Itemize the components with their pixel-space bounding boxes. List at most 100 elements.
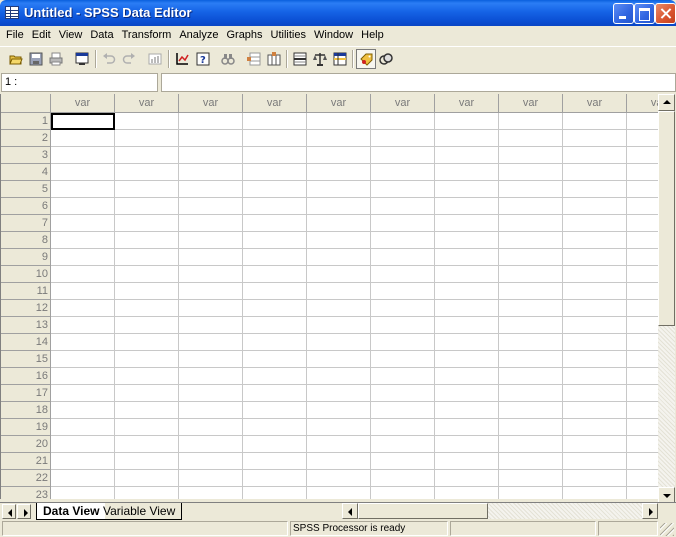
column-header[interactable]: var: [563, 94, 627, 113]
data-cell[interactable]: [371, 266, 435, 283]
data-cell[interactable]: [371, 487, 435, 499]
data-cell[interactable]: [435, 113, 499, 130]
split-file-button[interactable]: [290, 49, 310, 69]
data-cell[interactable]: [179, 147, 243, 164]
row-header[interactable]: 1: [1, 113, 51, 130]
row-header[interactable]: 18: [1, 402, 51, 419]
data-cell[interactable]: [435, 147, 499, 164]
data-cell[interactable]: [243, 317, 307, 334]
scroll-up-button[interactable]: [658, 94, 675, 111]
data-cell[interactable]: [243, 283, 307, 300]
horizontal-scrollbar[interactable]: [342, 503, 658, 519]
row-header[interactable]: 2: [1, 130, 51, 147]
data-cell[interactable]: [435, 283, 499, 300]
data-cell[interactable]: [435, 232, 499, 249]
data-cell[interactable]: [307, 487, 371, 499]
data-cell[interactable]: [115, 317, 179, 334]
maximize-button[interactable]: [634, 3, 655, 24]
data-cell[interactable]: [243, 215, 307, 232]
data-cell[interactable]: [371, 130, 435, 147]
data-cell[interactable]: [307, 453, 371, 470]
select-cases-button[interactable]: [330, 49, 350, 69]
tab-data-view[interactable]: Data View: [36, 503, 106, 520]
data-cell[interactable]: [499, 351, 563, 368]
data-cell[interactable]: [307, 181, 371, 198]
data-cell[interactable]: [115, 113, 179, 130]
data-cell[interactable]: [307, 317, 371, 334]
data-cell[interactable]: [499, 470, 563, 487]
row-header[interactable]: 22: [1, 470, 51, 487]
data-cell[interactable]: [499, 113, 563, 130]
data-cell[interactable]: [243, 453, 307, 470]
resize-grip[interactable]: [660, 523, 674, 536]
data-cell[interactable]: [243, 351, 307, 368]
data-cell[interactable]: [51, 470, 115, 487]
data-cell[interactable]: [179, 130, 243, 147]
data-cell[interactable]: [563, 232, 627, 249]
data-cell[interactable]: [51, 266, 115, 283]
data-cell[interactable]: [563, 198, 627, 215]
row-header[interactable]: 21: [1, 453, 51, 470]
data-cell[interactable]: [627, 181, 658, 198]
goto-case-button[interactable]: [172, 49, 192, 69]
data-cell[interactable]: [435, 334, 499, 351]
menu-utilities[interactable]: Utilities: [267, 28, 310, 42]
data-cell[interactable]: [435, 368, 499, 385]
data-cell[interactable]: [243, 232, 307, 249]
data-cell[interactable]: [371, 334, 435, 351]
data-cell[interactable]: [179, 249, 243, 266]
data-cell[interactable]: [435, 300, 499, 317]
data-cell[interactable]: [51, 147, 115, 164]
data-cell[interactable]: [627, 283, 658, 300]
data-cell[interactable]: [627, 249, 658, 266]
data-cell[interactable]: [499, 419, 563, 436]
data-cell[interactable]: [243, 300, 307, 317]
data-cell[interactable]: [563, 266, 627, 283]
use-sets-button[interactable]: [376, 49, 396, 69]
column-header[interactable]: var: [243, 94, 307, 113]
data-cell[interactable]: [563, 147, 627, 164]
data-cell[interactable]: [243, 130, 307, 147]
data-cell[interactable]: [563, 249, 627, 266]
data-cell[interactable]: [307, 215, 371, 232]
data-cell[interactable]: [179, 317, 243, 334]
data-cell[interactable]: [627, 215, 658, 232]
row-header[interactable]: 5: [1, 181, 51, 198]
data-cell[interactable]: [371, 470, 435, 487]
data-cell[interactable]: [243, 436, 307, 453]
data-cell[interactable]: [243, 470, 307, 487]
data-cell[interactable]: [435, 249, 499, 266]
data-cell[interactable]: [115, 249, 179, 266]
data-cell[interactable]: [435, 164, 499, 181]
data-cell[interactable]: [371, 436, 435, 453]
data-cell[interactable]: [499, 198, 563, 215]
data-cell[interactable]: [51, 351, 115, 368]
data-cell[interactable]: [51, 334, 115, 351]
data-cell[interactable]: [307, 351, 371, 368]
data-cell[interactable]: [563, 351, 627, 368]
data-cell[interactable]: [179, 300, 243, 317]
data-cell[interactable]: [563, 317, 627, 334]
data-cell[interactable]: [371, 249, 435, 266]
variables-button[interactable]: ?: [193, 49, 213, 69]
data-cell[interactable]: [115, 419, 179, 436]
data-cell[interactable]: [115, 147, 179, 164]
column-header[interactable]: var: [499, 94, 563, 113]
row-header[interactable]: 10: [1, 266, 51, 283]
open-file-button[interactable]: [6, 49, 26, 69]
data-cell[interactable]: [179, 487, 243, 499]
data-cell[interactable]: [51, 487, 115, 499]
data-cell[interactable]: [243, 113, 307, 130]
data-cell[interactable]: [435, 215, 499, 232]
data-cell[interactable]: [51, 198, 115, 215]
data-cell[interactable]: [307, 198, 371, 215]
print-button[interactable]: [46, 49, 66, 69]
weight-cases-button[interactable]: [310, 49, 330, 69]
row-header[interactable]: 11: [1, 283, 51, 300]
data-cell[interactable]: [499, 215, 563, 232]
data-cell[interactable]: [371, 283, 435, 300]
menu-view[interactable]: View: [55, 28, 87, 42]
data-cell[interactable]: [51, 164, 115, 181]
title-bar[interactable]: Untitled - SPSS Data Editor: [0, 0, 676, 26]
data-cell[interactable]: [179, 453, 243, 470]
